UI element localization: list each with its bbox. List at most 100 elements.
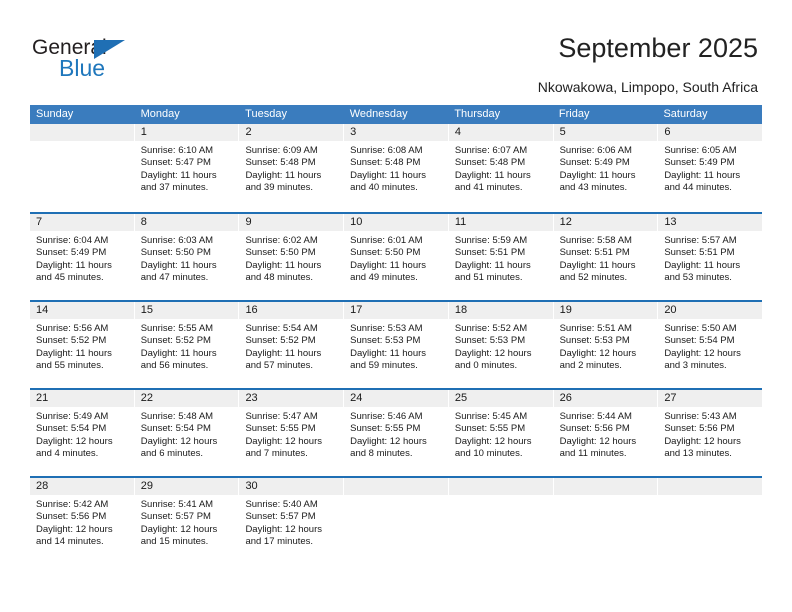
day-info: Sunrise: 6:10 AM Sunset: 5:47 PM Daylight:… — [135, 141, 239, 195]
day-daylight1-text: Daylight: 11 hours — [454, 169, 531, 181]
calendar-day-cell[interactable]: 21 Sunrise: 5:49 AM Sunset: 5:54 PM Dayligh… — [30, 390, 135, 476]
day-daylight1-text: Daylight: 12 hours — [350, 435, 427, 447]
day-number: 25 — [448, 390, 553, 407]
day-sunrise-text: Sunrise: 5:42 AM — [36, 499, 109, 510]
day-number: 30 — [239, 478, 344, 495]
day-sunset-text: Sunset: 5:49 PM — [559, 157, 630, 169]
day-number: 14 — [30, 302, 134, 319]
day-sunrise-text: Sunrise: 5:47 AM — [245, 411, 318, 422]
day-sunset-text: Sunset: 5:57 PM — [245, 511, 316, 523]
day-daylight1-text: Daylight: 11 hours — [664, 259, 741, 271]
day-sunrise-text: Sunrise: 5:56 AM — [36, 323, 109, 334]
day-daylight2-text: and 59 minutes. — [350, 360, 418, 372]
calendar-day-cell[interactable]: 28 Sunrise: 5:42 AM Sunset: 5:56 PM Dayligh… — [30, 478, 135, 564]
day-daylight1-text: Daylight: 11 hours — [350, 259, 427, 271]
day-info — [554, 495, 658, 499]
calendar-day-cell[interactable]: 27 Sunrise: 5:43 AM Sunset: 5:56 PM Dayligh… — [658, 390, 763, 476]
day-number: 5 — [553, 124, 658, 141]
day-info: Sunrise: 5:49 AM Sunset: 5:54 PM Daylight:… — [30, 407, 134, 461]
day-sunset-text: Sunset: 5:51 PM — [664, 247, 735, 259]
day-daylight2-text: and 39 minutes. — [245, 182, 314, 194]
day-daylight1-text: Daylight: 12 hours — [559, 435, 637, 447]
calendar-day-cell[interactable]: 4 Sunrise: 6:07 AM Sunset: 5:48 PM Daylight… — [448, 124, 554, 212]
calendar-day-cell[interactable]: 13 Sunrise: 5:57 AM Sunset: 5:51 PM Dayligh… — [658, 214, 763, 300]
calendar-day-cell[interactable]: 6 Sunrise: 6:05 AM Sunset: 5:49 PM Daylight… — [658, 124, 763, 212]
day-sunrise-text: Sunrise: 5:48 AM — [140, 411, 214, 422]
day-daylight1-text: Daylight: 11 hours — [140, 347, 217, 359]
day-info: Sunrise: 6:08 AM Sunset: 5:48 PM Daylight:… — [344, 141, 448, 195]
calendar-day-cell[interactable]: 10 Sunrise: 6:01 AM Sunset: 5:50 PM Dayligh… — [344, 214, 449, 300]
day-daylight2-text: and 17 minutes. — [245, 536, 314, 548]
page-subtitle: Nkowakowa, Limpopo, South Africa — [537, 79, 758, 95]
calendar-day-cell[interactable]: 18 Sunrise: 5:52 AM Sunset: 5:53 PM Dayligh… — [448, 302, 554, 388]
day-sunset-text: Sunset: 5:52 PM — [245, 335, 316, 347]
day-sunrise-text: Sunrise: 5:51 AM — [559, 323, 632, 334]
day-daylight1-text: Daylight: 12 hours — [559, 347, 637, 359]
calendar-day-cell[interactable]: 23 Sunrise: 5:47 AM Sunset: 5:55 PM Dayligh… — [239, 390, 345, 476]
day-sunrise-text: Sunrise: 5:57 AM — [664, 235, 737, 246]
weekday-header-friday: Friday — [558, 108, 590, 120]
day-daylight2-text: and 3 minutes. — [664, 360, 727, 372]
day-sunrise-text: Sunrise: 5:40 AM — [245, 499, 318, 510]
day-sunset-text: Sunset: 5:53 PM — [559, 335, 630, 347]
calendar-grid: Sunday Monday Tuesday Wednesday Thursday Frid… — [30, 105, 763, 564]
calendar-day-cell[interactable]: 19 Sunrise: 5:51 AM Sunset: 5:53 PM Dayligh… — [553, 302, 659, 388]
calendar-day-cell[interactable]: 26 Sunrise: 5:44 AM Sunset: 5:56 PM Dayligh… — [553, 390, 659, 476]
day-number: 22 — [134, 390, 239, 407]
calendar-day-cell-empty — [658, 478, 763, 564]
day-sunset-text: Sunset: 5:49 PM — [36, 247, 107, 259]
calendar-day-cell[interactable]: 16 Sunrise: 5:54 AM Sunset: 5:52 PM Dayligh… — [239, 302, 345, 388]
calendar-day-cell[interactable]: 25 Sunrise: 5:45 AM Sunset: 5:55 PM Dayligh… — [448, 390, 554, 476]
day-daylight2-text: and 57 minutes. — [245, 360, 314, 372]
logo-text-blue: Blue — [59, 55, 106, 81]
day-number: 29 — [134, 478, 239, 495]
calendar-day-cell[interactable]: 14 Sunrise: 5:56 AM Sunset: 5:52 PM Dayligh… — [30, 302, 135, 388]
calendar-day-cell[interactable]: 9 Sunrise: 6:02 AM Sunset: 5:50 PM Daylight… — [239, 214, 345, 300]
calendar-day-cell[interactable]: 8 Sunrise: 6:03 AM Sunset: 5:50 PM Daylight… — [134, 214, 240, 300]
day-daylight1-text: Daylight: 12 hours — [36, 523, 113, 535]
calendar-day-cell[interactable]: 7 Sunrise: 6:04 AM Sunset: 5:49 PM Daylight… — [30, 214, 135, 300]
day-sunset-text: Sunset: 5:54 PM — [664, 335, 735, 347]
day-sunrise-text: Sunrise: 6:10 AM — [140, 145, 214, 156]
calendar-day-cell[interactable]: 22 Sunrise: 5:48 AM Sunset: 5:54 PM Dayligh… — [134, 390, 240, 476]
calendar-day-cell[interactable]: 15 Sunrise: 5:55 AM Sunset: 5:52 PM Dayligh… — [134, 302, 240, 388]
calendar-day-cell[interactable]: 3 Sunrise: 6:08 AM Sunset: 5:48 PM Daylight… — [344, 124, 449, 212]
day-daylight2-text: and 56 minutes. — [140, 360, 209, 372]
day-sunset-text: Sunset: 5:56 PM — [664, 423, 735, 435]
day-sunrise-text: Sunrise: 6:08 AM — [350, 145, 423, 156]
day-number: 21 — [30, 390, 134, 407]
calendar-day-cell[interactable]: 11 Sunrise: 5:59 AM Sunset: 5:51 PM Dayligh… — [448, 214, 554, 300]
day-sunrise-text: Sunrise: 5:59 AM — [454, 235, 528, 246]
day-sunrise-text: Sunrise: 6:03 AM — [140, 235, 214, 246]
day-sunrise-text: Sunrise: 6:06 AM — [559, 145, 632, 156]
day-daylight1-text: Daylight: 11 hours — [559, 169, 636, 181]
calendar-day-cell[interactable]: 1 Sunrise: 6:10 AM Sunset: 5:47 PM Daylight… — [134, 124, 240, 212]
calendar-day-cell[interactable]: 24 Sunrise: 5:46 AM Sunset: 5:55 PM Dayligh… — [344, 390, 449, 476]
day-number: 24 — [344, 390, 448, 407]
day-info: Sunrise: 6:01 AM Sunset: 5:50 PM Daylight:… — [344, 231, 448, 285]
weekday-header-monday: Monday — [140, 108, 180, 120]
day-daylight2-text: and 8 minutes. — [350, 448, 413, 460]
day-sunrise-text: Sunrise: 6:07 AM — [454, 145, 528, 156]
general-blue-logo[interactable]: General Blue — [32, 36, 212, 84]
day-info: Sunrise: 5:52 AM Sunset: 5:53 PM Daylight:… — [449, 319, 553, 373]
day-daylight1-text: Daylight: 11 hours — [350, 347, 427, 359]
calendar-day-cell[interactable]: 29 Sunrise: 5:41 AM Sunset: 5:57 PM Dayligh… — [134, 478, 240, 564]
calendar-day-cell[interactable]: 12 Sunrise: 5:58 AM Sunset: 5:51 PM Dayligh… — [553, 214, 659, 300]
day-info: Sunrise: 5:40 AM Sunset: 5:57 PM Daylight:… — [239, 495, 343, 549]
calendar-day-cell[interactable]: 2 Sunrise: 6:09 AM Sunset: 5:48 PM Daylight… — [239, 124, 345, 212]
calendar-day-cell[interactable]: 30 Sunrise: 5:40 AM Sunset: 5:57 PM Dayligh… — [239, 478, 345, 564]
day-sunrise-text: Sunrise: 6:05 AM — [664, 145, 737, 156]
day-info: Sunrise: 6:02 AM Sunset: 5:50 PM Daylight:… — [239, 231, 343, 285]
day-daylight2-text: and 7 minutes. — [245, 448, 308, 460]
day-daylight2-text: and 49 minutes. — [350, 272, 418, 284]
day-daylight1-text: Daylight: 11 hours — [140, 259, 217, 271]
calendar-day-cell[interactable]: 20 Sunrise: 5:50 AM Sunset: 5:54 PM Dayligh… — [658, 302, 763, 388]
day-sunset-text: Sunset: 5:53 PM — [350, 335, 421, 347]
calendar-day-cell[interactable]: 5 Sunrise: 6:06 AM Sunset: 5:49 PM Daylight… — [553, 124, 659, 212]
calendar-day-cell[interactable]: 17 Sunrise: 5:53 AM Sunset: 5:53 PM Dayligh… — [344, 302, 449, 388]
day-sunrise-text: Sunrise: 5:41 AM — [140, 499, 214, 510]
day-number — [30, 124, 134, 141]
calendar-week-row: 28 Sunrise: 5:42 AM Sunset: 5:56 PM Dayligh… — [30, 476, 763, 564]
day-daylight2-text: and 45 minutes. — [36, 272, 104, 284]
